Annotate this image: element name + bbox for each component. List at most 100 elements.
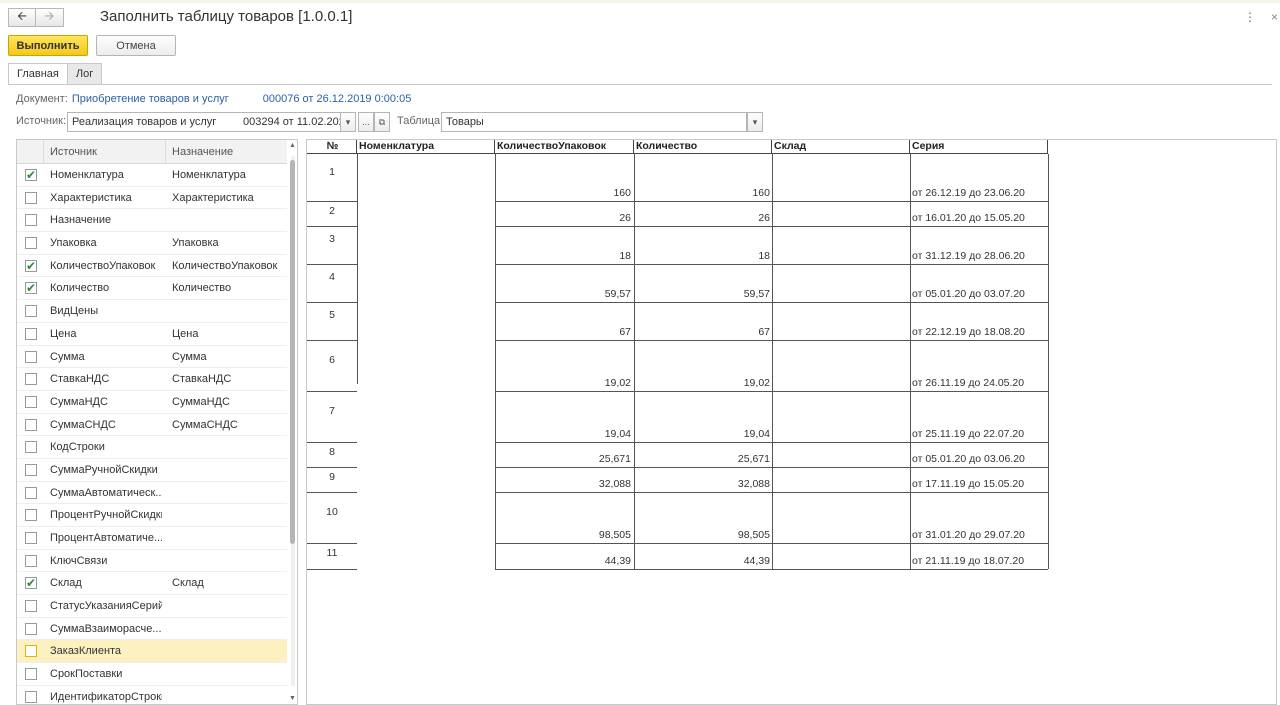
row-border — [307, 467, 357, 468]
list-item[interactable]: СуммаРучнойСкидки — [17, 459, 287, 482]
list-item[interactable]: Упаковка Упаковка — [17, 232, 287, 255]
source-open-button[interactable]: ⧉ — [374, 112, 390, 132]
checkbox[interactable] — [25, 237, 37, 250]
checkbox[interactable] — [25, 418, 37, 431]
column-border — [634, 154, 635, 569]
list-item[interactable]: СтатусУказанияСерий — [17, 595, 287, 618]
column-header-source[interactable]: Источник — [50, 146, 97, 158]
row-border — [307, 264, 357, 265]
list-item[interactable]: КлючСвязи — [17, 550, 287, 573]
source-field-name: СуммаСНДС — [50, 418, 116, 431]
row-border — [495, 569, 910, 570]
list-item[interactable]: СуммаВзаиморасче... — [17, 618, 287, 641]
checkbox-checked[interactable]: ✔ — [25, 282, 37, 295]
checkbox[interactable] — [25, 395, 37, 408]
checkbox[interactable] — [25, 373, 37, 386]
tab-main[interactable]: Главная — [8, 63, 68, 85]
checkbox[interactable] — [25, 690, 37, 703]
row-border — [307, 226, 357, 227]
row-border — [495, 302, 910, 303]
cell-series: от 25.11.19 до 22.07.20 — [912, 428, 1025, 440]
scrollbar-thumb[interactable] — [290, 160, 295, 544]
list-item[interactable]: ПроцентРучнойСкидки — [17, 504, 287, 527]
checkbox[interactable] — [25, 327, 37, 340]
list-item[interactable]: СуммаНДС СуммаНДС — [17, 391, 287, 414]
row-number: 9 — [329, 471, 335, 483]
list-item[interactable]: Сумма Сумма — [17, 346, 287, 369]
arrow-left-icon: 🡨 — [17, 9, 27, 23]
checkbox[interactable] — [25, 214, 37, 227]
list-item[interactable]: ЗаказКлиента — [17, 640, 287, 664]
checkbox[interactable] — [25, 305, 37, 318]
kebab-menu-icon[interactable]: ⋮ — [1244, 10, 1256, 24]
tab-divider — [8, 84, 1272, 85]
row-border — [495, 442, 910, 443]
list-item[interactable]: ✔ Номенклатура Номенклатура — [17, 164, 287, 187]
column-border — [910, 154, 911, 569]
source-select-button[interactable]: ... — [358, 112, 374, 132]
list-item[interactable]: ✔ Количество Количество — [17, 277, 287, 301]
column-header-qty: Количество — [634, 140, 772, 154]
cell-series: от 22.12.19 до 18.08.20 — [912, 326, 1025, 338]
checkbox[interactable] — [25, 668, 37, 681]
list-item[interactable]: КодСтроки — [17, 436, 287, 459]
checkbox[interactable] — [25, 191, 37, 204]
checkbox[interactable] — [25, 463, 37, 476]
list-item[interactable]: ВидЦены — [17, 300, 287, 323]
checkbox[interactable] — [25, 532, 37, 544]
cancel-button[interactable]: Отмена — [96, 35, 176, 56]
list-item[interactable]: ПроцентАвтоматиче... — [17, 527, 287, 550]
vertical-scrollbar[interactable]: ▲ ▼ — [289, 142, 297, 702]
checkbox[interactable] — [25, 441, 37, 454]
row-border — [307, 442, 357, 443]
checkbox[interactable] — [25, 509, 37, 522]
row-number: 5 — [329, 309, 335, 321]
table-select-field[interactable]: Товары — [441, 112, 747, 132]
source-dropdown-button[interactable]: ▾ — [340, 112, 356, 132]
list-item[interactable]: Характеристика Характеристика — [17, 187, 287, 210]
source-label: Источник: — [16, 115, 67, 127]
checkbox[interactable] — [25, 600, 37, 613]
column-header-target[interactable]: Назначение — [172, 146, 233, 158]
close-icon[interactable]: × — [1271, 10, 1278, 24]
checkbox-checked[interactable]: ✔ — [25, 577, 37, 590]
source-ref: 003294 от 11.02.2020 — [243, 116, 351, 128]
list-item[interactable]: ✔ КоличествоУпаковок КоличествоУпаковок — [17, 255, 287, 278]
checkbox[interactable] — [25, 350, 37, 363]
tab-log[interactable]: Лог — [67, 63, 103, 85]
checkbox[interactable] — [25, 645, 37, 658]
scroll-down-icon[interactable]: ▼ — [289, 695, 296, 702]
checkbox[interactable] — [25, 486, 37, 499]
column-header-series: Серия — [910, 140, 1048, 154]
list-item[interactable]: Назначение — [17, 209, 287, 233]
tab-bar: Главная Лог — [8, 63, 103, 85]
list-item[interactable]: СтавкаНДС СтавкаНДС — [17, 368, 287, 391]
run-button[interactable]: Выполнить — [8, 35, 88, 56]
document-type-link[interactable]: Приобретение товаров и услуг — [72, 93, 229, 105]
checkbox[interactable] — [25, 554, 37, 567]
list-item[interactable]: СрокПоставки — [17, 663, 287, 686]
cell-series: от 26.12.19 до 23.06.20 — [912, 187, 1025, 199]
scroll-up-icon[interactable]: ▲ — [289, 142, 296, 149]
checkbox-checked[interactable]: ✔ — [25, 169, 37, 181]
target-field-name: СуммаНДС — [172, 395, 230, 408]
list-item[interactable]: ИдентификаторСтроки — [17, 686, 287, 704]
checkbox-checked[interactable]: ✔ — [25, 259, 37, 272]
ellipsis-icon: ... — [362, 117, 370, 127]
table-dropdown-button[interactable]: ▾ — [747, 112, 763, 132]
source-field[interactable]: Реализация товаров и услуг 003294 от 11.… — [67, 112, 356, 132]
column-border — [495, 154, 496, 569]
source-field-name: СуммаАвтоматическ... — [50, 486, 162, 499]
forward-button[interactable]: 🡪 — [36, 8, 64, 27]
list-item[interactable]: ✔ Склад Склад — [17, 572, 287, 596]
cell-qty: 19,02 — [743, 377, 770, 389]
source-field-name: Цена — [50, 327, 77, 340]
document-ref-link[interactable]: 000076 от 26.12.2019 0:00:05 — [263, 93, 412, 105]
row-border — [307, 492, 357, 493]
list-item[interactable]: Цена Цена — [17, 323, 287, 346]
checkbox[interactable] — [25, 622, 37, 635]
row-border — [495, 264, 910, 265]
list-item[interactable]: СуммаАвтоматическ... — [17, 482, 287, 505]
back-button[interactable]: 🡨 — [8, 8, 36, 27]
list-item[interactable]: СуммаСНДС СуммаСНДС — [17, 414, 287, 437]
